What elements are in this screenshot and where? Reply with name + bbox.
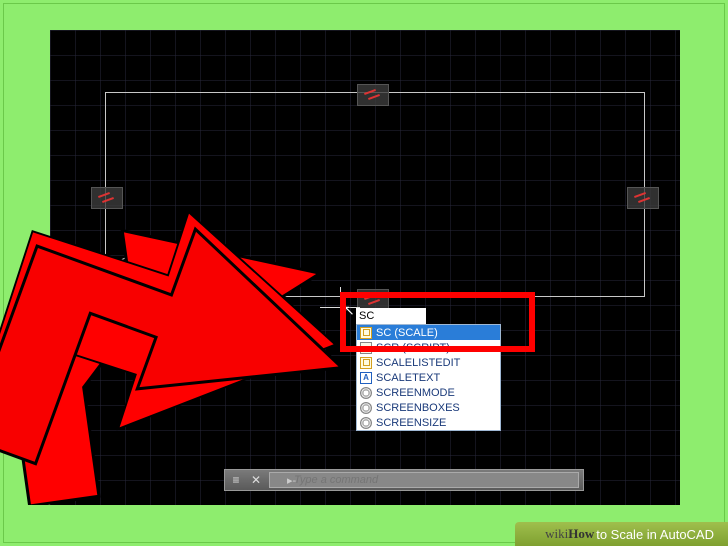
autocomplete-item-scale[interactable]: SC (SCALE) — [357, 325, 500, 340]
script-icon — [360, 342, 372, 354]
scale-icon — [360, 357, 372, 369]
grip-handle-bottom[interactable] — [358, 290, 388, 310]
autocomplete-label: SCALETEXT — [376, 372, 440, 384]
autocomplete-label: SCALELISTEDIT — [376, 357, 460, 369]
grip-handle-right[interactable] — [628, 188, 658, 208]
autocomplete-dropdown[interactable]: SC (SCALE) SCR (SCRIPT) SCALELISTEDIT A … — [356, 324, 501, 431]
gear-icon — [360, 417, 372, 429]
autocomplete-item-screenmode[interactable]: SCREENMODE — [357, 385, 500, 400]
dynamic-command-input[interactable] — [356, 308, 426, 324]
autocomplete-item-scaletext[interactable]: A SCALETEXT — [357, 370, 500, 385]
grip-handle-circle[interactable] — [135, 300, 165, 320]
autocomplete-label: SCREENBOXES — [376, 402, 460, 414]
autocomplete-label: SCREENSIZE — [376, 417, 446, 429]
command-menu-icon[interactable]: ≡ — [229, 473, 243, 487]
autocomplete-label: SCR (SCRIPT) — [376, 342, 450, 354]
text-icon: A — [360, 372, 372, 384]
autocomplete-label: SC (SCALE) — [376, 327, 438, 339]
autocomplete-item-screenboxes[interactable]: SCREENBOXES — [357, 400, 500, 415]
autocomplete-item-screensize[interactable]: SCREENSIZE — [357, 415, 500, 430]
scale-icon — [360, 327, 372, 339]
caption-bar: wikiHow to Scale in AutoCAD — [515, 522, 728, 546]
grip-handle-top[interactable] — [358, 85, 388, 105]
autocomplete-label: SCREENMODE — [376, 387, 455, 399]
autocomplete-item-scalelistedit[interactable]: SCALELISTEDIT — [357, 355, 500, 370]
gear-icon — [360, 402, 372, 414]
wikihow-brand: wikiHow — [545, 526, 594, 542]
command-bar[interactable]: ≡ ✕ ▸- — [224, 469, 584, 491]
command-close-icon[interactable]: ✕ — [249, 473, 263, 487]
command-line-input[interactable] — [269, 472, 579, 488]
article-title: to Scale in AutoCAD — [596, 527, 714, 542]
gear-icon — [360, 387, 372, 399]
cad-viewport[interactable]: ↖ SC (SCALE) SCR (SCRIPT) SCALELISTEDIT … — [50, 30, 680, 505]
autocomplete-item-script[interactable]: SCR (SCRIPT) — [357, 340, 500, 355]
grip-handle-left[interactable] — [92, 188, 122, 208]
